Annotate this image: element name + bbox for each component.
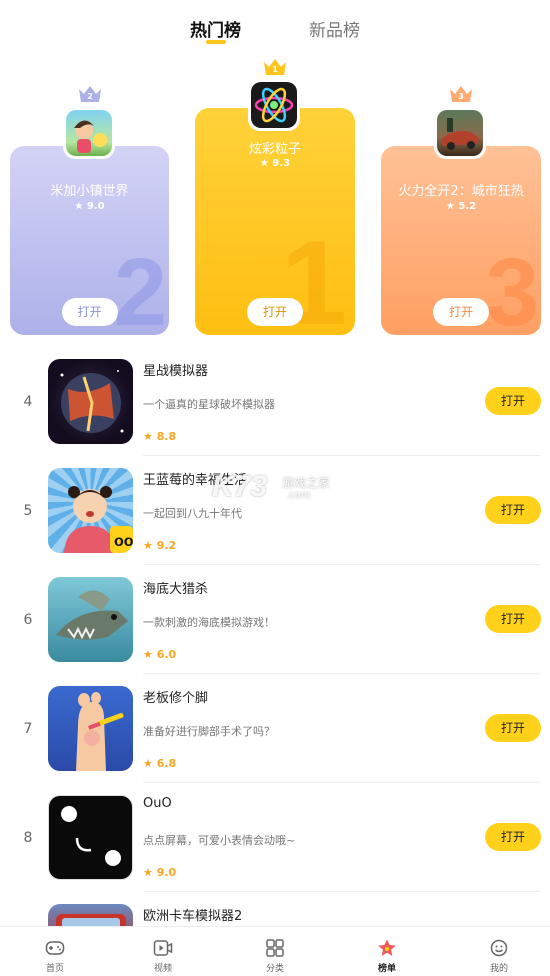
app-name: 星战模拟器 bbox=[143, 364, 209, 379]
grid-icon bbox=[266, 939, 284, 957]
top3-podium: 2 米加小镇世界 ★ 9.0 2 打开 1 炫彩粒子 ★ 9.3 1 打开 3 … bbox=[0, 55, 550, 345]
nav-home[interactable]: 首页 bbox=[0, 927, 110, 976]
podium-card-2[interactable]: 米加小镇世界 ★ 9.0 2 打开 bbox=[10, 146, 169, 335]
podium-2-rank-number: 2 bbox=[113, 239, 167, 336]
rank-number: 6 bbox=[23, 612, 33, 628]
watermark-domain: .com bbox=[286, 490, 311, 501]
app-name: 老板修个脚 bbox=[143, 691, 209, 706]
rank-number: 5 bbox=[23, 503, 33, 519]
app-rating: ★ 8.8 bbox=[143, 430, 177, 443]
podium-2-app-icon[interactable] bbox=[63, 107, 115, 159]
podium-3-name: 火力全开2：城市狂热 bbox=[398, 184, 524, 199]
open-button[interactable]: 打开 bbox=[485, 605, 541, 633]
app-icon[interactable] bbox=[48, 359, 133, 444]
nav-mine-label: 我的 bbox=[489, 964, 508, 974]
app-description: 点点屏幕，可爱小表情会动哦~ bbox=[143, 834, 296, 847]
open-button[interactable]: 打开 bbox=[485, 496, 541, 524]
list-item[interactable]: 6 海底大猎杀 一款刺激的海底模拟游戏！ ★ 6.0 打开 bbox=[0, 565, 550, 674]
app-name: 海底大猎杀 bbox=[143, 582, 209, 597]
gamepad-icon bbox=[45, 941, 65, 955]
app-description: 一款刺激的海底模拟游戏！ bbox=[143, 616, 275, 629]
podium-1-rating: ★ 9.3 bbox=[259, 158, 291, 169]
open-button[interactable]: 打开 bbox=[485, 823, 541, 851]
nav-mine[interactable]: 我的 bbox=[444, 927, 550, 976]
app-rating: ★ 9.2 bbox=[143, 539, 177, 552]
watermark-logo: K73 bbox=[212, 470, 268, 503]
podium-3-rank-number: 3 bbox=[485, 239, 539, 336]
nav-category[interactable]: 分类 bbox=[220, 927, 330, 976]
app-name: 欧洲卡车模拟器2 bbox=[143, 909, 243, 924]
nav-ranking-label: 榜单 bbox=[377, 964, 396, 974]
crown-3-icon: 3 bbox=[449, 85, 473, 103]
nav-video-label: 视频 bbox=[153, 964, 172, 974]
podium-1-app-icon[interactable] bbox=[248, 79, 300, 131]
tab-new[interactable]: 新品榜 bbox=[309, 16, 360, 41]
nav-video[interactable]: 视频 bbox=[108, 927, 218, 976]
podium-card-1[interactable]: 炫彩粒子 ★ 9.3 1 打开 bbox=[195, 108, 355, 335]
list-item[interactable]: 4 星战模拟器 一个逼真的星球破坏模拟器 ★ 8.8 打开 bbox=[0, 347, 550, 456]
podium-3-open-button[interactable]: 打开 bbox=[433, 298, 489, 326]
podium-2-open-button[interactable]: 打开 bbox=[61, 298, 118, 326]
app-rating: ★ 6.8 bbox=[143, 757, 177, 770]
rank-number: 7 bbox=[23, 721, 33, 737]
star-icon bbox=[378, 939, 396, 956]
open-button[interactable]: 打开 bbox=[485, 387, 541, 415]
video-icon bbox=[153, 940, 173, 956]
podium-2-rating: ★ 9.0 bbox=[74, 201, 105, 212]
watermark-subtitle: 游戏之家 bbox=[282, 476, 331, 490]
app-icon[interactable] bbox=[48, 795, 133, 880]
nav-ranking[interactable]: 榜单 bbox=[332, 927, 442, 976]
smiley-icon bbox=[490, 939, 508, 957]
ranking-tabs: 热门榜 新品榜 bbox=[0, 0, 550, 56]
podium-2-name: 米加小镇世界 bbox=[50, 184, 129, 199]
bottom-nav: 首页 视频 分类 榜单 我的 bbox=[0, 926, 550, 976]
app-description: 一个逼真的星球破坏模拟器 bbox=[143, 398, 275, 411]
nav-category-label: 分类 bbox=[265, 964, 284, 974]
k73-watermark: K73 游戏之家 .com bbox=[212, 470, 372, 510]
app-icon[interactable] bbox=[48, 577, 133, 662]
list-item[interactable]: 8 OuO 点点屏幕，可爱小表情会动哦~ ★ 9.0 打开 bbox=[0, 783, 550, 892]
rank-number: 4 bbox=[23, 394, 33, 410]
tab-active-indicator bbox=[206, 40, 226, 44]
svg-text:oo: oo bbox=[114, 533, 133, 550]
open-button[interactable]: 打开 bbox=[485, 714, 541, 742]
rank-number: 8 bbox=[23, 830, 33, 846]
app-rating: ★ 6.0 bbox=[143, 648, 177, 661]
podium-3-rating: ★ 5.2 bbox=[445, 201, 477, 212]
nav-home-label: 首页 bbox=[45, 964, 64, 974]
podium-3-app-icon[interactable] bbox=[434, 107, 486, 159]
app-name: OuO bbox=[143, 796, 172, 811]
tab-hot[interactable]: 热门榜 bbox=[190, 16, 241, 41]
app-icon[interactable] bbox=[48, 686, 133, 771]
list-item[interactable]: 7 老板修个脚 准备好进行脚部手术了吗？ ★ 6.8 打开 bbox=[0, 674, 550, 783]
podium-1-open-button[interactable]: 打开 bbox=[247, 298, 303, 326]
crown-2-icon: 2 bbox=[78, 85, 102, 103]
app-rating: ★ 9.0 bbox=[143, 866, 177, 879]
crown-1-icon: 1 bbox=[263, 58, 287, 76]
podium-card-3[interactable]: 火力全开2：城市狂热 ★ 5.2 3 打开 bbox=[381, 146, 541, 335]
app-icon[interactable]: oo bbox=[48, 468, 133, 553]
app-description: 准备好进行脚部手术了吗？ bbox=[143, 725, 275, 738]
podium-1-name: 炫彩粒子 bbox=[248, 142, 301, 157]
